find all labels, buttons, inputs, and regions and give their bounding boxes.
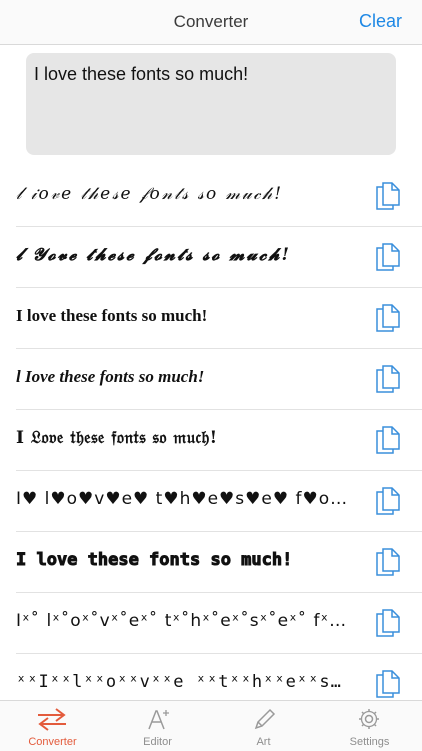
text-editor-icon bbox=[148, 710, 169, 730]
clear-button[interactable]: Clear bbox=[359, 11, 402, 32]
results-list: 𝓁 𝒾𝑜𝓋𝑒 𝓉𝒽𝑒𝓈𝑒 𝒻𝑜𝓃𝓉𝓈 𝓈𝑜 𝓂𝓊𝒸𝒽! 𝓵 𝓨𝓸𝓿𝓮 𝓽𝓱𝓮𝓼𝓮… bbox=[0, 166, 422, 715]
tab-converter[interactable]: Converter bbox=[0, 701, 105, 751]
tab-art[interactable]: Art bbox=[211, 701, 316, 751]
tab-editor[interactable]: Editor bbox=[105, 701, 210, 751]
copy-icon[interactable] bbox=[376, 243, 400, 271]
tab-settings[interactable]: Settings bbox=[317, 701, 422, 751]
list-item[interactable]: I♥ l♥o♥v♥e♥ t♥h♥e♥s♥e♥ f♥o♥n... bbox=[16, 471, 422, 532]
tab-label: Converter bbox=[28, 736, 77, 748]
converted-text: ˣˣIˣˣlˣˣoˣˣvˣˣe ˣˣtˣˣhˣˣeˣˣsˣˣe ˣˣfˣˣoˣˣ… bbox=[16, 672, 352, 692]
converted-text: I love these fonts so much! bbox=[16, 550, 293, 570]
copy-icon[interactable] bbox=[376, 304, 400, 332]
converted-text: Iˣ˚ lˣ˚oˣ˚vˣ˚eˣ˚ tˣ˚hˣ˚eˣ˚sˣ˚eˣ˚ fˣ˚oˣ˚n… bbox=[16, 611, 352, 631]
copy-icon[interactable] bbox=[376, 365, 400, 393]
tab-label: Art bbox=[256, 736, 271, 748]
list-item[interactable]: Iˣ˚ lˣ˚oˣ˚vˣ˚eˣ˚ tˣ˚hˣ˚eˣ˚sˣ˚eˣ˚ fˣ˚oˣ˚n… bbox=[16, 593, 422, 654]
copy-icon[interactable] bbox=[376, 609, 400, 637]
list-item[interactable]: 𝓁 𝒾𝑜𝓋𝑒 𝓉𝒽𝑒𝓈𝑒 𝒻𝑜𝓃𝓉𝓈 𝓈𝑜 𝓂𝓊𝒸𝒽! bbox=[16, 166, 422, 227]
gear-icon bbox=[359, 709, 379, 729]
swap-arrows-icon bbox=[38, 708, 66, 731]
tab-label: Editor bbox=[143, 736, 172, 748]
converted-text: 𝓁 𝒾𝑜𝓋𝑒 𝓉𝒽𝑒𝓈𝑒 𝒻𝑜𝓃𝓉𝓈 𝓈𝑜 𝓂𝓊𝒸𝒽! bbox=[16, 184, 284, 204]
converted-text: I 𝔏𝔬𝔳𝔢 𝔱𝔥𝔢𝔰𝔢 𝔣𝔬𝔫𝔱𝔰 𝔰𝔬 𝔪𝔲𝔠𝔥! bbox=[16, 428, 218, 448]
pencil-icon bbox=[254, 708, 276, 730]
converted-text: l Iove these fonts so much! bbox=[16, 367, 205, 386]
copy-icon[interactable] bbox=[376, 426, 400, 454]
converted-text: 𝓵 𝓨𝓸𝓿𝓮 𝓽𝓱𝓮𝓼𝓮 𝓯𝓸𝓷𝓽𝓼 𝓼𝓸 𝓶𝓾𝓬𝓱! bbox=[16, 245, 291, 265]
list-item[interactable]: 𝓵 𝓨𝓸𝓿𝓮 𝓽𝓱𝓮𝓼𝓮 𝓯𝓸𝓷𝓽𝓼 𝓼𝓸 𝓶𝓾𝓬𝓱! bbox=[16, 227, 422, 288]
list-item[interactable]: l Iove these fonts so much! bbox=[16, 349, 422, 410]
copy-icon[interactable] bbox=[376, 182, 400, 210]
converted-text: I love these fonts so much! bbox=[16, 306, 208, 325]
tab-label: Settings bbox=[349, 736, 390, 748]
tab-bar: Converter Editor Art Settings bbox=[0, 700, 422, 751]
text-input[interactable]: I love these fonts so much! bbox=[26, 53, 396, 155]
list-item[interactable]: I love these fonts so much! bbox=[16, 288, 422, 349]
list-item[interactable]: I love these fonts so much! bbox=[16, 532, 422, 593]
copy-icon[interactable] bbox=[376, 548, 400, 576]
list-item[interactable]: I 𝔏𝔬𝔳𝔢 𝔱𝔥𝔢𝔰𝔢 𝔣𝔬𝔫𝔱𝔰 𝔰𝔬 𝔪𝔲𝔠𝔥! bbox=[16, 410, 422, 471]
copy-icon[interactable] bbox=[376, 670, 400, 698]
converted-text: I♥ l♥o♥v♥e♥ t♥h♥e♥s♥e♥ f♥o♥n... bbox=[16, 489, 352, 509]
copy-icon[interactable] bbox=[376, 487, 400, 515]
navigation-bar: Converter Clear bbox=[0, 0, 422, 45]
